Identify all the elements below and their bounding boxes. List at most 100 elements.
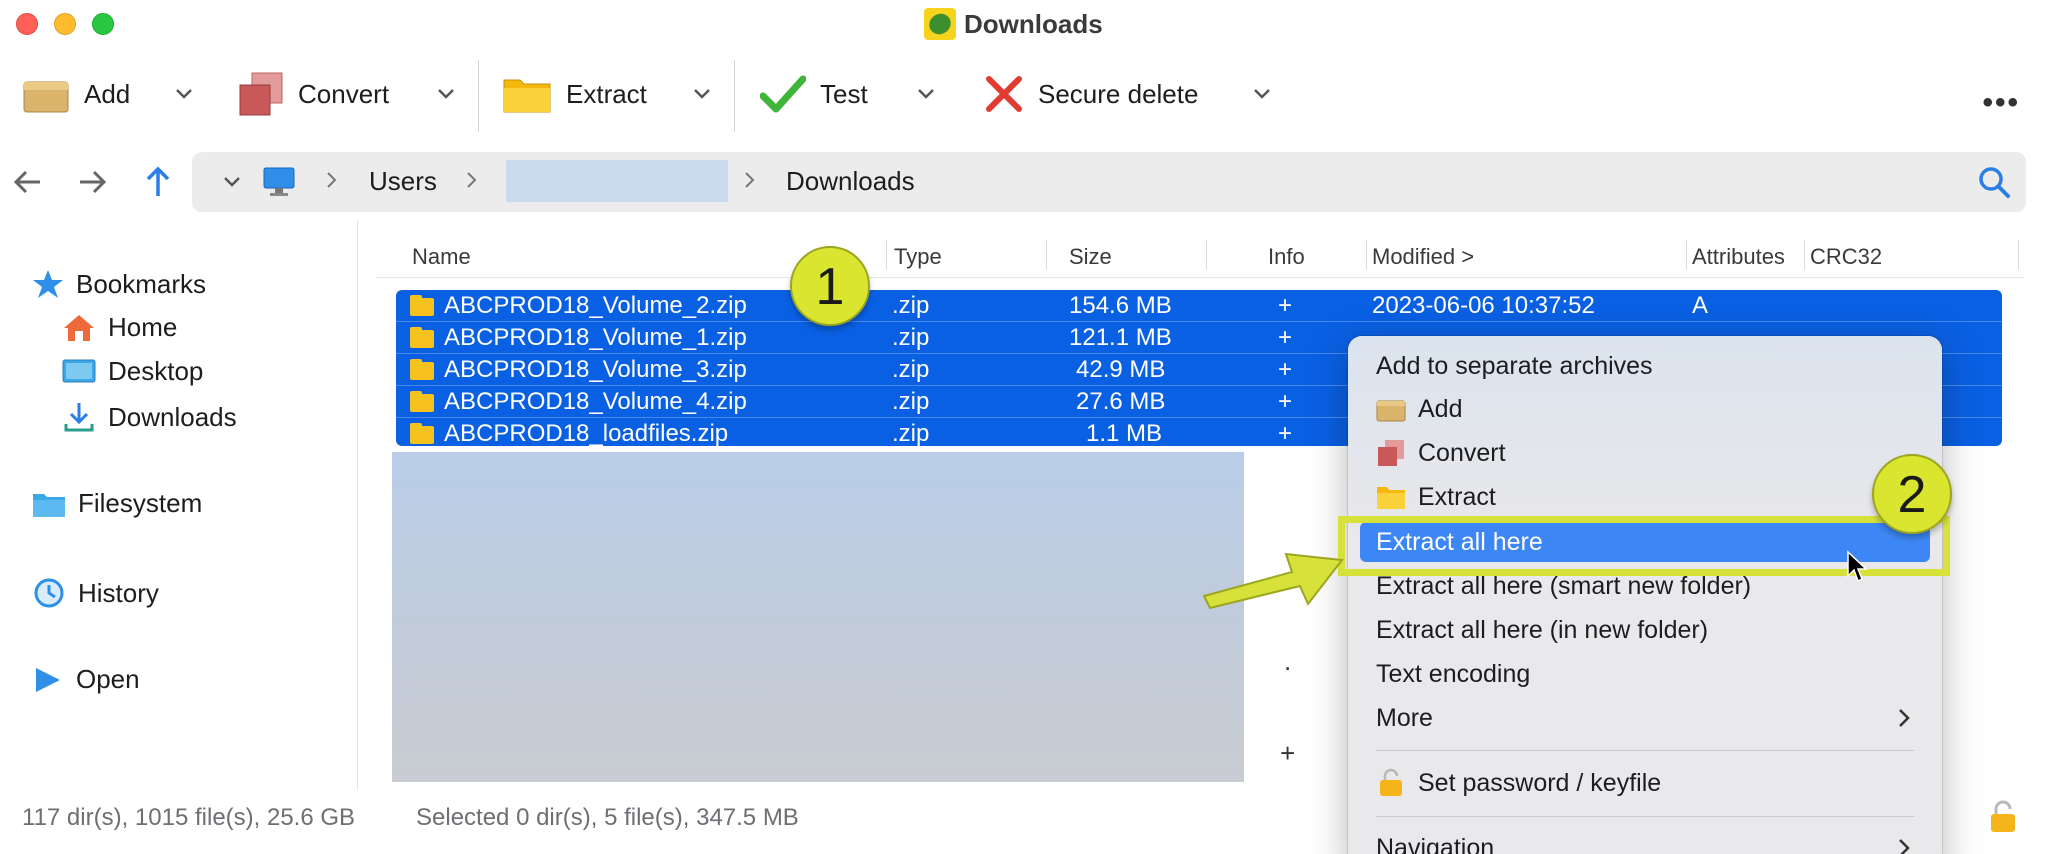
column-divider[interactable]: [886, 240, 887, 270]
column-divider[interactable]: [1686, 240, 1687, 270]
menu-item-set-password[interactable]: Set password / keyfile: [1376, 768, 1661, 798]
sidebar-item-open[interactable]: Open: [32, 664, 140, 695]
file-type: .zip: [892, 388, 930, 415]
row-info-plus: +: [1280, 738, 1296, 768]
column-divider[interactable]: [1206, 240, 1207, 270]
menu-item-add[interactable]: Add: [1376, 394, 1462, 424]
convert-chevron-down-icon[interactable]: [434, 82, 458, 106]
sidebar-item-downloads[interactable]: Downloads: [62, 400, 237, 434]
path-username-redacted[interactable]: [506, 160, 728, 202]
add-chevron-down-icon[interactable]: [172, 82, 196, 106]
computer-icon[interactable]: [262, 166, 296, 198]
column-crc32[interactable]: CRC32: [1810, 244, 1882, 270]
column-header-row: Name Type Size Info Modified > Attribute…: [376, 232, 2024, 278]
unlocked-padlock-icon[interactable]: [1986, 800, 2020, 834]
extract-chevron-down-icon[interactable]: [690, 82, 714, 106]
path-separator-icon: [467, 172, 477, 188]
test-label: Test: [820, 78, 868, 109]
menu-item-convert[interactable]: Convert: [1376, 438, 1506, 468]
convert-icon: [1378, 440, 1404, 466]
column-divider[interactable]: [1804, 240, 1805, 270]
menu-item-extract-smart[interactable]: Extract all here (smart new folder): [1376, 572, 1751, 601]
path-bar[interactable]: Users Downloads: [192, 152, 2026, 212]
sidebar: Bookmarks Home Desktop Downloads Filesys…: [0, 220, 358, 790]
table-row[interactable]: ABCPROD18_Volume_2.zip .zip 154.6 MB + 2…: [396, 290, 2002, 322]
menu-item-more[interactable]: More: [1376, 704, 1433, 733]
zip-folder-icon: [410, 359, 434, 380]
search-icon[interactable]: [1976, 164, 2012, 200]
sidebar-label: Filesystem: [78, 488, 203, 518]
menu-item-extract[interactable]: Extract: [1376, 482, 1496, 512]
column-divider[interactable]: [1046, 240, 1047, 270]
convert-button[interactable]: Convert: [238, 68, 389, 120]
secure-delete-button[interactable]: Secure delete: [984, 68, 1198, 120]
more-options-button[interactable]: •••: [1982, 86, 2020, 120]
column-divider[interactable]: [1366, 240, 1367, 270]
test-chevron-down-icon[interactable]: [914, 82, 938, 106]
checkmark-icon: [760, 75, 806, 113]
secure-delete-chevron-down-icon[interactable]: [1250, 82, 1274, 106]
window-title: Downloads: [924, 8, 1103, 40]
play-triangle-icon: [36, 667, 60, 692]
back-arrow-icon[interactable]: [10, 164, 46, 200]
column-divider[interactable]: [2018, 240, 2019, 270]
red-x-icon: [986, 76, 1022, 112]
path-users[interactable]: Users: [369, 166, 437, 197]
maximize-window-button[interactable]: [92, 13, 114, 35]
sidebar-item-bookmarks[interactable]: Bookmarks: [32, 268, 206, 300]
add-button[interactable]: Add: [22, 68, 130, 120]
menu-label: Set password / keyfile: [1418, 768, 1662, 797]
folder-extract-icon: [503, 79, 551, 113]
mouse-cursor-icon: [1847, 550, 1868, 583]
column-info[interactable]: Info: [1268, 244, 1305, 270]
sidebar-item-history[interactable]: History: [32, 576, 159, 610]
path-downloads[interactable]: Downloads: [786, 166, 915, 197]
sidebar-item-filesystem[interactable]: Filesystem: [32, 488, 202, 519]
redacted-file-area: [392, 452, 1244, 782]
file-info: +: [1278, 420, 1293, 447]
sidebar-item-desktop[interactable]: Desktop: [62, 356, 203, 387]
up-arrow-icon[interactable]: [140, 164, 176, 200]
column-type[interactable]: Type: [894, 244, 942, 270]
column-name[interactable]: Name: [412, 244, 471, 270]
column-size[interactable]: Size: [1069, 244, 1112, 270]
file-info: +: [1278, 324, 1293, 351]
folder-icon: [33, 493, 65, 517]
home-icon: [64, 314, 94, 341]
menu-item-navigation[interactable]: Navigation: [1376, 834, 1494, 854]
extract-button[interactable]: Extract: [502, 68, 647, 120]
column-attributes[interactable]: Attributes: [1692, 244, 1785, 270]
file-type: .zip: [892, 420, 930, 447]
menu-item-text-encoding[interactable]: Text encoding: [1376, 660, 1530, 689]
file-size: 27.6 MB: [1076, 388, 1166, 415]
zip-folder-icon: [410, 327, 434, 348]
menu-label: Extract all here (smart new folder): [1376, 572, 1752, 600]
sidebar-label: Home: [108, 312, 178, 342]
test-button[interactable]: Test: [760, 68, 868, 120]
menu-item-extract-new-folder[interactable]: Extract all here (in new folder): [1376, 616, 1708, 645]
path-history-chevron-icon[interactable]: [220, 170, 244, 194]
file-info: +: [1278, 356, 1293, 383]
sidebar-label: Downloads: [108, 401, 237, 432]
status-selected: Selected 0 dir(s), 5 file(s), 347.5 MB: [416, 804, 799, 831]
desktop-icon: [62, 359, 96, 382]
annotation-badge-1: 1: [790, 246, 870, 326]
app-logo-icon: [924, 8, 956, 40]
column-modified[interactable]: Modified >: [1372, 244, 1474, 270]
file-name: ABCPROD18_Volume_4.zip: [444, 388, 747, 415]
menu-item-add-separate[interactable]: Add to separate archives: [1376, 352, 1653, 381]
annotation-arrow-icon: [1202, 552, 1344, 610]
star-icon: [33, 270, 63, 298]
menu-label: Extract all here (in new folder): [1376, 616, 1709, 644]
forward-arrow-icon[interactable]: [74, 164, 110, 200]
close-window-button[interactable]: [16, 13, 38, 35]
file-size: 154.6 MB: [1069, 292, 1172, 319]
zip-folder-icon: [410, 423, 434, 444]
row-info-dot: .: [1284, 646, 1292, 676]
menu-label: Extract: [1418, 482, 1496, 511]
folder-extract-icon: [1377, 487, 1405, 509]
file-type: .zip: [892, 356, 930, 383]
sidebar-item-home[interactable]: Home: [62, 312, 177, 343]
sidebar-label: Open: [76, 664, 140, 694]
minimize-window-button[interactable]: [54, 13, 76, 35]
